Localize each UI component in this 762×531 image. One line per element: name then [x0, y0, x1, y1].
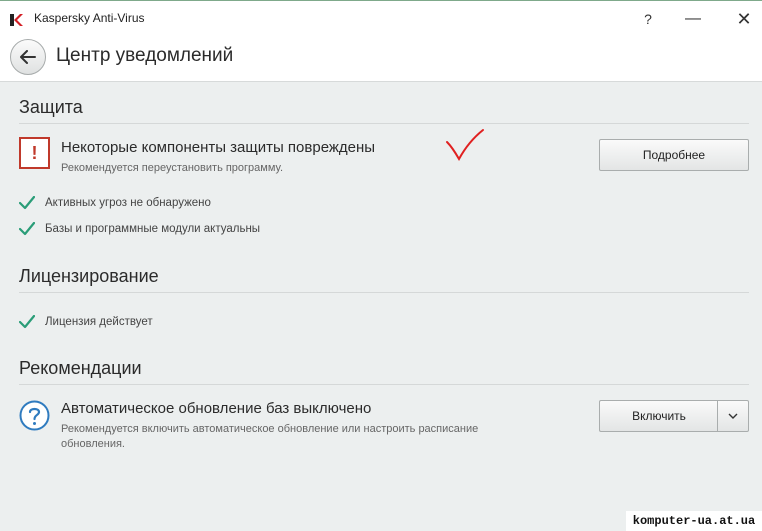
page-header: Центр уведомлений: [0, 36, 762, 82]
section-title-protection: Защита: [19, 97, 83, 117]
kaspersky-window: Kaspersky Anti-Virus ? — ✕ Центр уведомл…: [0, 0, 762, 531]
section-title-recommendations: Рекомендации: [19, 358, 142, 378]
kaspersky-logo-icon: [10, 14, 23, 26]
status-no-threats: Активных угроз не обнаружено: [45, 197, 211, 209]
status-databases-current: Базы и программные модули актуальны: [45, 223, 261, 235]
alert-subtitle: Рекомендуется переустановить программу.: [61, 162, 283, 174]
exclamation-icon: !: [19, 137, 50, 169]
title-bar: Kaspersky Anti-Virus ? — ✕: [0, 0, 762, 36]
watermark: komputer-ua.at.ua: [626, 511, 762, 531]
section-divider: [19, 292, 749, 293]
section-divider: [19, 123, 749, 124]
arrow-left-icon: [20, 50, 36, 64]
chevron-down-icon: [728, 413, 738, 419]
close-button[interactable]: ✕: [724, 5, 762, 33]
recommendation-title: Автоматическое обновление баз выключено: [61, 400, 372, 417]
back-button[interactable]: [10, 39, 46, 75]
question-icon: [19, 400, 50, 431]
check-icon: [19, 222, 35, 236]
recommendation-subtitle: Рекомендуется включить автоматическое об…: [61, 423, 479, 450]
alert-title: Некоторые компоненты защиты повреждены: [61, 139, 376, 156]
details-button[interactable]: Подробнее: [599, 139, 749, 171]
help-button[interactable]: ?: [628, 5, 668, 33]
minimize-button[interactable]: —: [673, 5, 713, 33]
window-title: Kaspersky Anti-Virus: [34, 11, 145, 25]
page-title: Центр уведомлений: [56, 45, 234, 66]
check-icon: [19, 196, 35, 210]
enable-button[interactable]: Включить: [599, 400, 718, 432]
enable-dropdown-button[interactable]: [717, 400, 749, 432]
status-license-valid: Лицензия действует: [45, 316, 153, 328]
section-title-licensing: Лицензирование: [19, 266, 159, 286]
red-checkmark-annotation-icon: [446, 129, 484, 162]
check-icon: [19, 315, 35, 329]
section-divider: [19, 384, 749, 385]
